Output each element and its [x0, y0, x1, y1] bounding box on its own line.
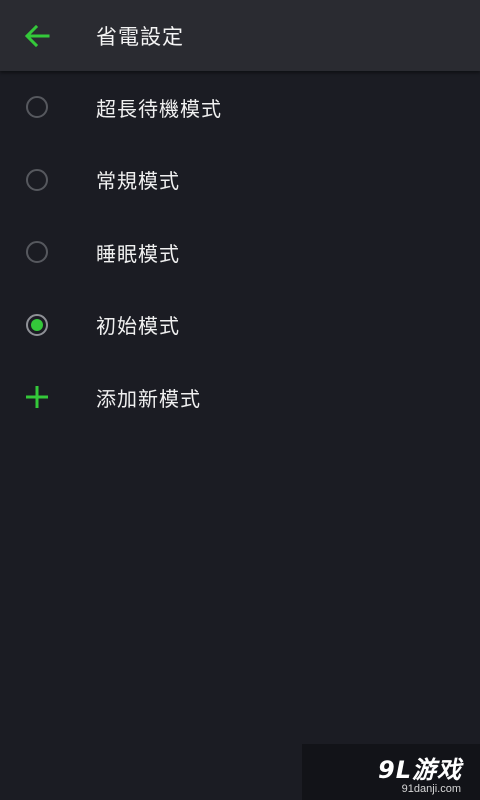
- page-title: 省電設定: [96, 24, 184, 49]
- mode-label: 超長待機模式: [96, 96, 222, 121]
- mode-label: 初始模式: [96, 314, 180, 339]
- add-mode-label: 添加新模式: [96, 386, 201, 411]
- app-bar: 省電設定: [0, 0, 480, 71]
- radio-button[interactable]: [26, 96, 48, 119]
- radio-button-selected[interactable]: [26, 313, 48, 336]
- add-mode-row[interactable]: 添加新模式: [0, 361, 480, 434]
- radio-selected-dot: [31, 318, 43, 331]
- mode-option-ultra-standby[interactable]: 超長待機模式: [0, 71, 480, 144]
- plus-icon: [26, 386, 48, 409]
- arrow-left-icon: [24, 24, 50, 47]
- mode-label: 睡眠模式: [96, 241, 180, 266]
- radio-button[interactable]: [26, 168, 48, 191]
- mode-option-normal[interactable]: 常規模式: [0, 144, 480, 217]
- watermark: 9L游戏 91danji.com: [302, 744, 480, 800]
- radio-button[interactable]: [26, 241, 48, 264]
- mode-label: 常規模式: [96, 169, 180, 194]
- mode-option-sleep[interactable]: 睡眠模式: [0, 216, 480, 289]
- watermark-url: 91danji.com: [401, 783, 461, 795]
- mode-list: 超長待機模式 常規模式 睡眠模式 初始模式 添加新模式: [0, 71, 480, 434]
- back-button[interactable]: [0, 0, 74, 71]
- watermark-logo: 9L游戏: [378, 756, 462, 784]
- mode-option-initial[interactable]: 初始模式: [0, 289, 480, 362]
